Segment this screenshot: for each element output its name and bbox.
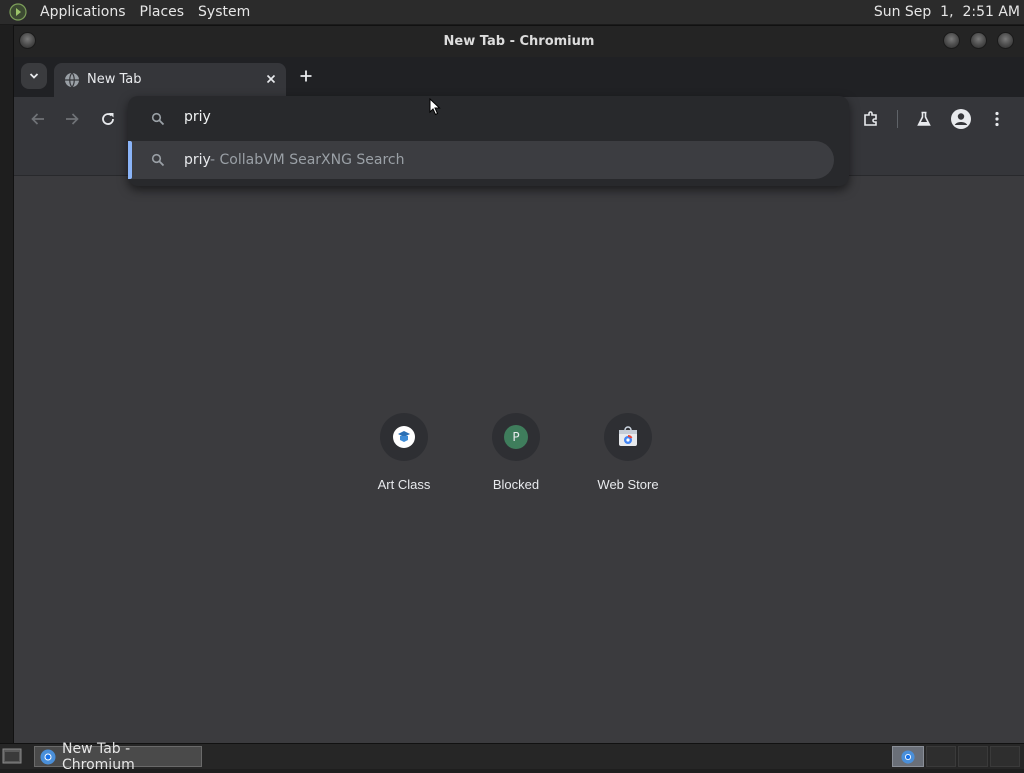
avatar-letter: P: [512, 430, 520, 444]
shortcut-tile: [380, 413, 428, 461]
new-tab-button[interactable]: [298, 68, 314, 84]
chevron-down-icon: [28, 70, 40, 82]
window-title: New Tab - Chromium: [443, 34, 595, 49]
shortcut-label: Web Store: [597, 477, 659, 492]
letter-avatar-icon: P: [504, 425, 528, 449]
art-class-icon: [392, 425, 416, 449]
menu-system[interactable]: System: [191, 0, 257, 24]
forward-button[interactable]: [63, 110, 81, 128]
shortcut-blocked[interactable]: P Blocked: [460, 413, 572, 492]
omnibox-input[interactable]: priy: [184, 109, 211, 125]
extensions-puzzle-icon[interactable]: [862, 110, 880, 128]
more-menu-icon[interactable]: [988, 110, 1006, 128]
toolbar-divider: [897, 110, 898, 128]
menu-applications[interactable]: Applications: [33, 0, 133, 24]
omnibox-suggestion[interactable]: priy - CollabVM SearXNG Search: [128, 141, 834, 179]
shortcut-label: Art Class: [377, 477, 431, 492]
window-menu-button[interactable]: [19, 32, 36, 49]
web-store-icon: [616, 425, 640, 449]
workspace-3[interactable]: [958, 746, 988, 767]
mouse-cursor-icon: [429, 98, 441, 116]
globe-icon: [64, 72, 80, 88]
back-button[interactable]: [29, 110, 47, 128]
suggestion-description: - CollabVM SearXNG Search: [210, 152, 405, 168]
labs-flask-icon[interactable]: [915, 110, 933, 128]
tab-title: New Tab: [87, 72, 142, 87]
omnibox-popup: priy priy - CollabVM SearXNG Search: [128, 96, 849, 186]
show-desktop-icon[interactable]: [2, 747, 22, 765]
workspace-2[interactable]: [926, 746, 956, 767]
shortcut-art-class[interactable]: Art Class: [348, 413, 460, 492]
suggestion-selected-indicator: [128, 141, 132, 179]
minimize-button[interactable]: [943, 32, 960, 49]
tab-search-button[interactable]: [21, 63, 47, 89]
maximize-button[interactable]: [970, 32, 987, 49]
chromium-icon: [901, 749, 915, 764]
distro-logo-icon[interactable]: [9, 3, 27, 21]
close-window-button[interactable]: [997, 32, 1014, 49]
top-panel: Applications Places System Sun Sep 1, 2:…: [0, 0, 1024, 25]
suggestion-query: priy: [184, 152, 211, 168]
tab-new-tab[interactable]: New Tab: [54, 63, 286, 97]
search-icon: [151, 112, 165, 126]
shortcut-tile: [604, 413, 652, 461]
chromium-icon: [40, 749, 56, 765]
window-titlebar[interactable]: New Tab - Chromium: [14, 26, 1024, 57]
tab-strip: New Tab: [14, 57, 1024, 97]
panel-clock[interactable]: Sun Sep 1, 2:51 AM: [874, 0, 1020, 24]
shortcut-web-store[interactable]: Web Store: [572, 413, 684, 492]
close-icon[interactable]: [264, 72, 278, 86]
workspace-4[interactable]: [990, 746, 1020, 767]
shortcut-tile: P: [492, 413, 540, 461]
reload-button[interactable]: [99, 110, 117, 128]
profile-avatar-icon[interactable]: [950, 108, 972, 130]
shortcut-label: Blocked: [492, 477, 540, 492]
search-icon: [151, 153, 165, 167]
menu-places[interactable]: Places: [133, 0, 192, 24]
taskbar-item-chromium[interactable]: New Tab - Chromium: [34, 741, 202, 773]
bottom-taskbar: New Tab - Chromium: [0, 741, 1024, 773]
workspace-1[interactable]: [892, 746, 924, 767]
